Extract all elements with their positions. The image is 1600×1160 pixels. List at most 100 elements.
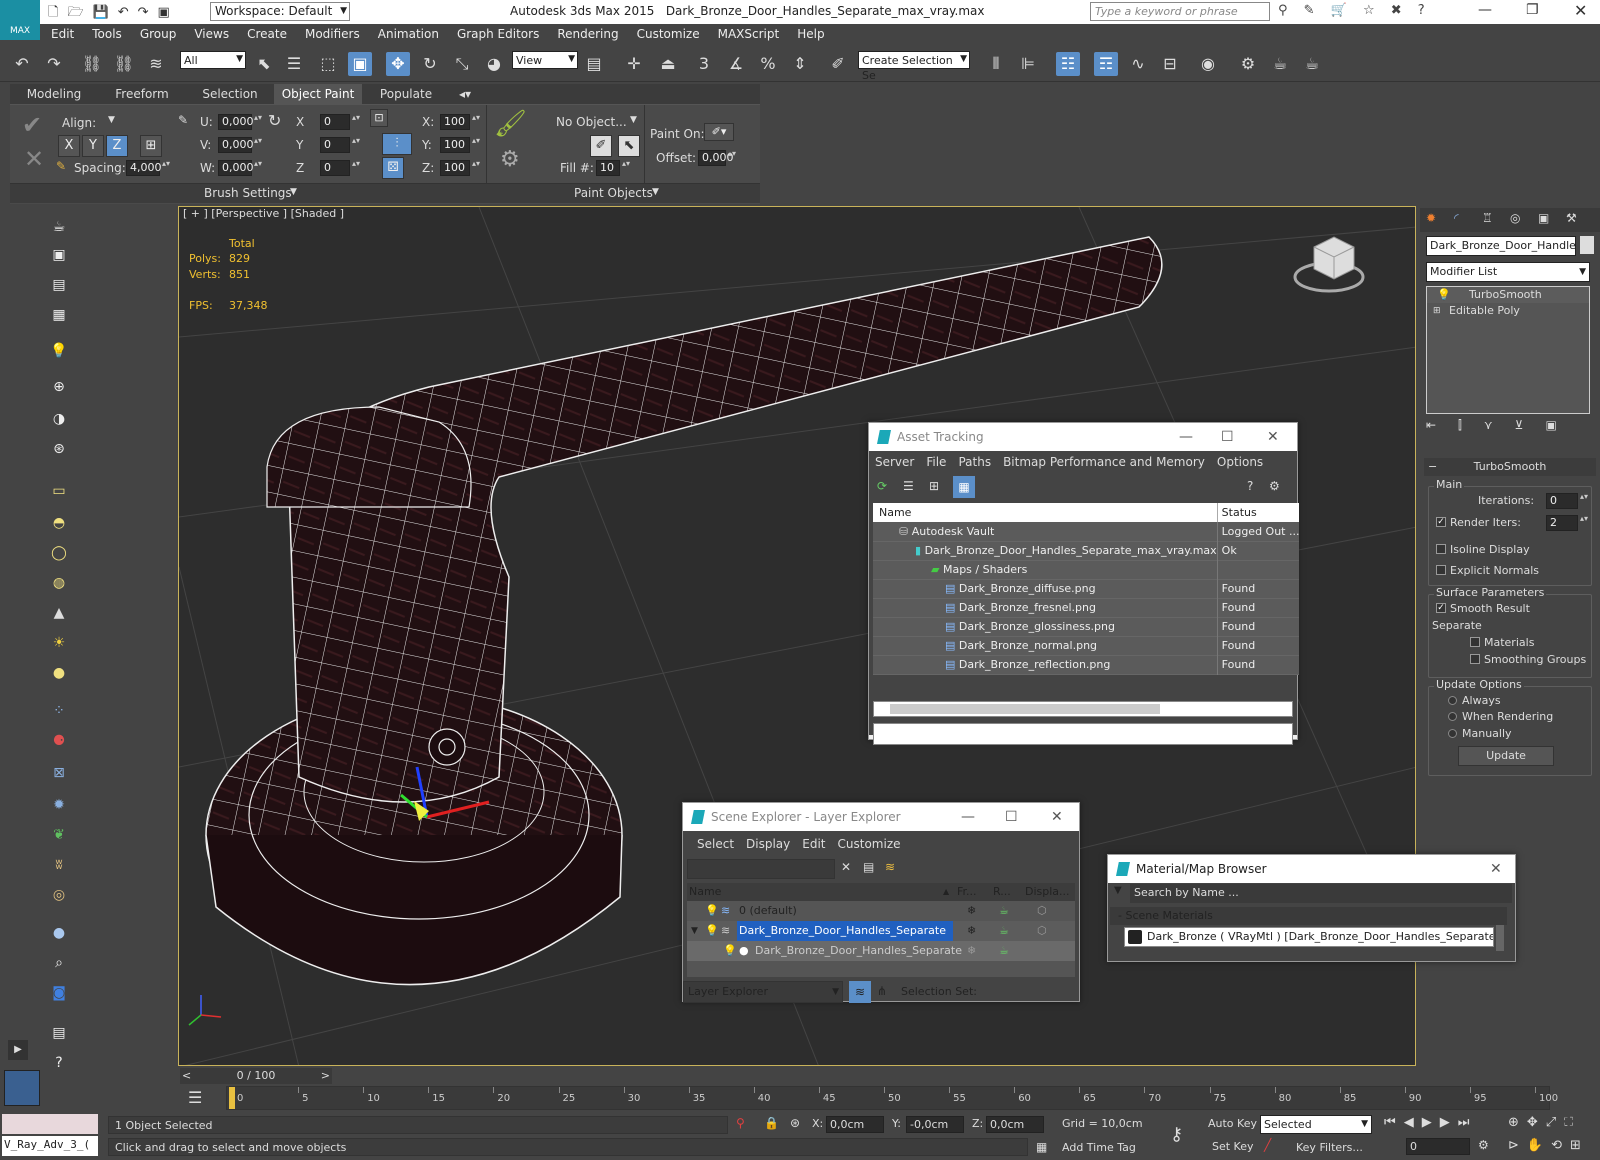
- display-tab-icon[interactable]: ▣: [1538, 211, 1549, 225]
- mirror-icon[interactable]: ⫴: [984, 52, 1008, 76]
- column-frozen[interactable]: Fr...: [957, 883, 977, 901]
- curve-editor-icon[interactable]: ∿: [1126, 52, 1150, 76]
- iterations-field[interactable]: 0: [1546, 493, 1588, 509]
- sphere-icon[interactable]: ◯: [48, 542, 70, 564]
- box-icon[interactable]: ⬡: [1037, 901, 1047, 921]
- v-field[interactable]: 0,000: [218, 137, 262, 153]
- menu-select[interactable]: Select: [691, 833, 740, 855]
- torus-icon[interactable]: ●: [48, 662, 70, 684]
- table-row[interactable]: ▼ 💡 ≋ Dark_Bronze_Door_Handles_Separate ❄ ☕ ⬡: [687, 921, 1075, 941]
- lightbulb-icon[interactable]: 💡: [1437, 287, 1451, 303]
- box-icon[interactable]: ⬡: [1037, 921, 1047, 941]
- chevron-down-icon[interactable]: ▼: [630, 115, 637, 125]
- close-icon[interactable]: ✕: [1267, 423, 1279, 451]
- schematic-view-icon[interactable]: ⊟: [1158, 52, 1182, 76]
- menu-bitmap-performance[interactable]: Bitmap Performance and Memory: [997, 451, 1211, 473]
- table-row[interactable]: ▤ Dark_Bronze_fresnel.png Found: [873, 598, 1300, 617]
- manipulate-icon[interactable]: ✛: [622, 52, 646, 76]
- y-coordinate-field[interactable]: -0,0cm: [906, 1116, 964, 1133]
- helper-icon[interactable]: ◑: [48, 408, 70, 430]
- teapot-icon[interactable]: ☕: [999, 941, 1009, 961]
- select-and-rotate-icon[interactable]: ↻: [418, 52, 442, 76]
- filter-input[interactable]: [687, 859, 835, 879]
- stack-item-turbosmooth[interactable]: 💡 TurboSmooth: [1427, 287, 1589, 303]
- key-icon[interactable]: ⚷: [1170, 1124, 1183, 1145]
- select-and-scale-icon[interactable]: ⤡: [450, 52, 474, 76]
- lightbulb-icon[interactable]: 💡: [723, 941, 737, 961]
- chevron-left-icon[interactable]: <: [182, 1068, 191, 1084]
- undo-icon[interactable]: ↶: [10, 52, 34, 76]
- align-y-button[interactable]: Y: [82, 135, 104, 157]
- minimize-icon[interactable]: —: [1478, 2, 1492, 18]
- expand-toolbar-icon[interactable]: ▶: [8, 1040, 28, 1060]
- rollout-header[interactable]: − TurboSmooth: [1424, 458, 1596, 476]
- dynamics-icon[interactable]: ⚈: [48, 730, 70, 752]
- chevron-down-icon[interactable]: ▼: [290, 187, 297, 197]
- object-color-swatch[interactable]: [1580, 236, 1594, 254]
- render-iters-field[interactable]: 2: [1546, 515, 1588, 531]
- menu-customize[interactable]: Customize: [628, 24, 709, 44]
- ox-icon[interactable]: ◎: [48, 884, 70, 906]
- when-rendering-radio[interactable]: [1448, 712, 1457, 721]
- key-filters-button[interactable]: Key Filters...: [1296, 1141, 1363, 1154]
- paint-brush-icon[interactable]: 🖌: [494, 109, 527, 139]
- no-object-label[interactable]: No Object...: [556, 115, 627, 129]
- maxscript-input[interactable]: V_Ray_Adv_3_(: [2, 1136, 98, 1156]
- menu-customize[interactable]: Customize: [832, 833, 907, 855]
- timeline-menu-icon[interactable]: ☰: [188, 1088, 202, 1107]
- check-icon[interactable]: ✔: [22, 111, 42, 139]
- menu-animation[interactable]: Animation: [369, 24, 448, 44]
- placement-icon[interactable]: ◕: [482, 52, 506, 76]
- hair-icon[interactable]: ʬ: [48, 854, 70, 876]
- lock-icon[interactable]: 🔒: [764, 1116, 779, 1130]
- minimize-icon[interactable]: —: [1179, 423, 1193, 451]
- menu-options[interactable]: Options: [1211, 451, 1269, 473]
- layer-explorer-icon[interactable]: ☶: [1094, 52, 1118, 76]
- isolate-icon[interactable]: ⚲: [736, 1116, 745, 1130]
- space-warp-icon[interactable]: ⊠: [48, 762, 70, 784]
- viewport-nav-controls[interactable]: ⊕✥⤢⛶: [1508, 1115, 1581, 1130]
- always-radio[interactable]: [1448, 696, 1457, 705]
- spacing-field[interactable]: 4,000: [126, 160, 170, 176]
- menu-server[interactable]: Server: [869, 451, 920, 473]
- chevron-down-icon[interactable]: ▼: [652, 187, 659, 197]
- maximize-icon[interactable]: ❐: [1526, 2, 1539, 18]
- foliage-icon[interactable]: ❦: [48, 824, 70, 846]
- viewcube[interactable]: [1293, 236, 1365, 293]
- material-browser-titlebar[interactable]: Material/Map Browser ✕: [1108, 855, 1515, 883]
- maximize-icon[interactable]: ☐: [1005, 803, 1018, 831]
- gear-icon[interactable]: ✹: [48, 794, 70, 816]
- scene-explorer-icon[interactable]: ☷: [1056, 52, 1080, 76]
- selection-filter-combo[interactable]: All ▼: [180, 51, 246, 69]
- clear-filter-icon[interactable]: ✕: [841, 860, 851, 874]
- align-extra-icon[interactable]: ⊞: [140, 135, 162, 157]
- menu-views[interactable]: Views: [185, 24, 238, 44]
- column-render[interactable]: R...: [993, 883, 1011, 901]
- chevron-right-icon[interactable]: >: [321, 1068, 330, 1084]
- workspace-combo[interactable]: Workspace: Default ▼: [210, 2, 350, 21]
- z-rot-field[interactable]: 0: [320, 160, 360, 176]
- horizontal-scrollbar[interactable]: [873, 701, 1293, 717]
- collapse-icon[interactable]: −: [1428, 458, 1437, 476]
- window-crossing-icon[interactable]: ▣: [348, 52, 372, 76]
- minimize-icon[interactable]: —: [961, 803, 975, 831]
- teapot-icon[interactable]: ☕: [999, 921, 1009, 941]
- particles-icon[interactable]: ⁘: [48, 700, 70, 722]
- modifier-list-combo[interactable]: Modifier List ▼: [1426, 262, 1590, 282]
- snowflake-icon[interactable]: ❄: [967, 901, 976, 921]
- y-scale-field[interactable]: 100: [440, 137, 480, 153]
- list-view-icon[interactable]: ☰: [903, 479, 914, 493]
- scene-materials-section[interactable]: - Scene Materials: [1110, 907, 1507, 925]
- angle-snap-icon[interactable]: ∡: [724, 52, 748, 76]
- geosphere-icon[interactable]: ◍: [48, 572, 70, 594]
- asset-tracking-titlebar[interactable]: Asset Tracking — ☐ ✕: [869, 423, 1297, 451]
- menu-maxscript[interactable]: MAXScript: [709, 24, 789, 44]
- key-mode-combo[interactable]: Selected ▼: [1260, 1115, 1372, 1134]
- search-icon[interactable]: ⌕: [48, 952, 70, 974]
- menu-graph-editors[interactable]: Graph Editors: [448, 24, 548, 44]
- infocenter-icons[interactable]: ⚲ ✎ 🛒 ☆ ✖ ?: [1278, 3, 1431, 18]
- absolute-mode-icon[interactable]: ⊛: [790, 1116, 800, 1130]
- tab-freeform[interactable]: Freeform: [98, 84, 186, 104]
- cone-icon[interactable]: ▲: [48, 602, 70, 624]
- explicit-normals-checkbox[interactable]: [1436, 565, 1446, 575]
